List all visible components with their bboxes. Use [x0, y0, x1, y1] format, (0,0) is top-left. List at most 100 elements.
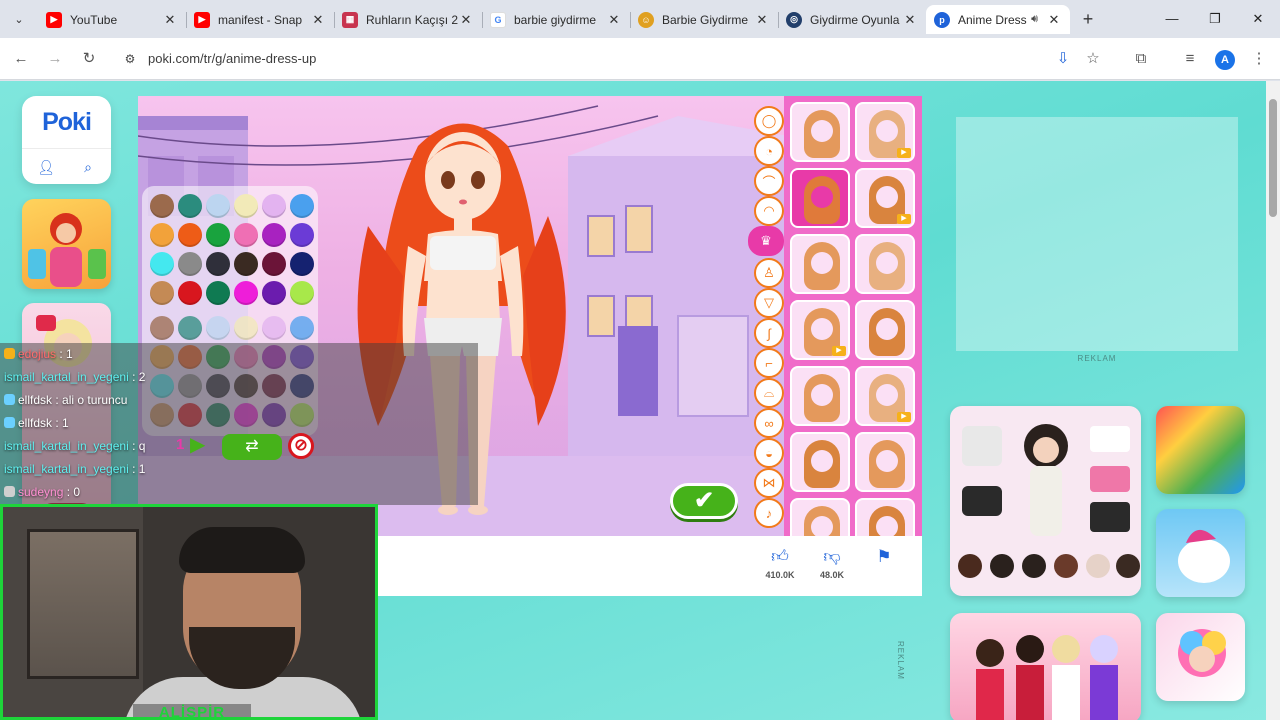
search-icon[interactable]: ⌕	[68, 156, 108, 178]
hair-option[interactable]: ▶	[855, 168, 915, 228]
minimize-icon[interactable]: —	[1162, 9, 1182, 29]
category-accessory-icon[interactable]: ♪	[754, 498, 784, 528]
site-settings-icon[interactable]: ⚙	[120, 49, 140, 69]
hair-option[interactable]: ▶	[855, 102, 915, 162]
color-swatch[interactable]	[206, 281, 230, 305]
tab-giydirme-oyunlari[interactable]: ◎ Giydirme Oyunla ✕	[778, 5, 926, 34]
color-swatch[interactable]	[262, 194, 286, 218]
color-swatch[interactable]	[178, 194, 202, 218]
hair-option[interactable]: ▶	[855, 366, 915, 426]
hair-option[interactable]	[855, 300, 915, 360]
color-swatch[interactable]	[234, 223, 258, 247]
color-swatch[interactable]	[178, 223, 202, 247]
hair-option[interactable]	[790, 432, 850, 492]
media-control-icon[interactable]: ≡	[1179, 48, 1201, 70]
color-swatch[interactable]	[234, 316, 258, 340]
close-icon[interactable]: ✕	[754, 12, 770, 28]
color-swatch[interactable]	[262, 316, 286, 340]
hair-option[interactable]	[790, 366, 850, 426]
window-close-icon[interactable]: ✕	[1248, 9, 1268, 29]
tab-anime-dress-up[interactable]: p Anime Dress 🔊︎ ✕	[926, 5, 1070, 34]
speaker-icon[interactable]: 🔊︎	[1031, 13, 1038, 26]
color-swatch[interactable]	[262, 281, 286, 305]
category-makeup-icon[interactable]: ◔	[754, 136, 784, 166]
color-swatch[interactable]	[150, 281, 174, 305]
recommended-game-card[interactable]	[1156, 613, 1245, 701]
color-swatch[interactable]	[178, 281, 202, 305]
category-face-icon[interactable]: ◯	[754, 106, 784, 136]
bookmark-star-icon[interactable]: ☆	[1082, 48, 1104, 70]
color-swatch[interactable]	[290, 281, 314, 305]
category-glasses-icon[interactable]: ∞	[754, 408, 784, 438]
scrollbar-thumb[interactable]	[1269, 99, 1277, 217]
color-swatch[interactable]	[206, 316, 230, 340]
color-swatch[interactable]	[206, 252, 230, 276]
category-top-icon[interactable]: ♙	[754, 258, 784, 288]
close-icon[interactable]: ✕	[1046, 12, 1062, 28]
category-eyebrow-icon[interactable]: ⌒	[754, 166, 784, 196]
category-hat-icon[interactable]: ⌓	[754, 378, 784, 408]
tab-barbie-search[interactable]: G barbie giydirme ✕	[482, 5, 630, 34]
hair-option[interactable]	[790, 102, 850, 162]
like-button[interactable]: 👍︎ 410.0K	[760, 546, 800, 580]
color-swatch[interactable]	[290, 223, 314, 247]
category-bow-icon[interactable]: ⋈	[754, 468, 784, 498]
color-swatch[interactable]	[150, 252, 174, 276]
color-swatch[interactable]	[290, 316, 314, 340]
color-swatch[interactable]	[150, 194, 174, 218]
category-hair-icon[interactable]: ♛	[748, 226, 784, 256]
recommended-game-card[interactable]	[950, 406, 1141, 596]
category-socks-icon[interactable]: ∫	[754, 318, 784, 348]
hair-option[interactable]: ▶	[790, 300, 850, 360]
user-icon[interactable]: 👤︎	[26, 156, 66, 178]
color-swatch[interactable]	[234, 281, 258, 305]
category-skirt-icon[interactable]: ▽	[754, 288, 784, 318]
report-button[interactable]: ⚑	[864, 546, 904, 568]
hair-option[interactable]	[855, 432, 915, 492]
color-swatch[interactable]	[178, 252, 202, 276]
close-icon[interactable]: ✕	[458, 12, 474, 28]
tab-ruhlarin-kacisi[interactable]: ▦ Ruhların Kaçışı 2 ✕	[334, 5, 482, 34]
profile-avatar[interactable]: A	[1215, 50, 1235, 70]
category-shoes-icon[interactable]: ⌐	[754, 348, 784, 378]
color-swatch[interactable]	[290, 252, 314, 276]
color-swatch[interactable]	[150, 223, 174, 247]
install-app-icon[interactable]: ⇩	[1052, 48, 1074, 70]
hair-option[interactable]	[855, 498, 915, 536]
category-lips-icon[interactable]: ◠	[754, 196, 784, 226]
color-swatch[interactable]	[234, 252, 258, 276]
play-icon[interactable]: ▶	[190, 432, 218, 460]
extensions-puzzle-icon[interactable]: ⧉	[1130, 48, 1152, 70]
recommended-game-card[interactable]	[1156, 509, 1245, 597]
address-bar[interactable]: ⚙ poki.com/tr/g/anime-dress-up	[112, 43, 1110, 75]
close-icon[interactable]: ✕	[162, 12, 178, 28]
color-swatch[interactable]	[262, 252, 286, 276]
close-icon[interactable]: ✕	[902, 12, 918, 28]
tab-barbie-giydirme[interactable]: ☺ Barbie Giydirme ✕	[630, 5, 778, 34]
poki-logo[interactable]: Poki	[22, 108, 111, 137]
hair-option[interactable]	[790, 498, 850, 536]
color-swatch[interactable]	[178, 316, 202, 340]
category-bag-icon[interactable]: ◒	[754, 438, 784, 468]
recommended-game-card[interactable]	[950, 613, 1141, 720]
close-icon[interactable]: ✕	[606, 12, 622, 28]
hair-option[interactable]	[790, 234, 850, 294]
back-arrow-icon[interactable]: ←	[10, 48, 32, 70]
reload-icon[interactable]: ↻	[78, 48, 100, 70]
new-tab-plus-icon[interactable]: +	[1078, 9, 1098, 29]
rotate-button[interactable]: ⇄	[222, 434, 282, 460]
recommended-game-card[interactable]	[1156, 406, 1245, 494]
tab-manifest[interactable]: ▶ manifest - Snap ✕	[186, 5, 334, 34]
restore-icon[interactable]: ❐	[1205, 9, 1225, 29]
sidebar-game-thumb[interactable]	[22, 199, 111, 289]
color-swatch[interactable]	[290, 194, 314, 218]
close-icon[interactable]: ✕	[310, 12, 326, 28]
color-swatch[interactable]	[206, 194, 230, 218]
color-swatch[interactable]	[262, 223, 286, 247]
forward-arrow-icon[interactable]: →	[44, 48, 66, 70]
dislike-button[interactable]: 👎︎ 48.0K	[812, 546, 852, 580]
page-scrollbar[interactable]	[1266, 81, 1280, 720]
tab-search-menu-icon[interactable]: ⌄	[8, 9, 30, 31]
menu-kebab-icon[interactable]: ⋮	[1248, 48, 1270, 70]
color-swatch[interactable]	[150, 316, 174, 340]
